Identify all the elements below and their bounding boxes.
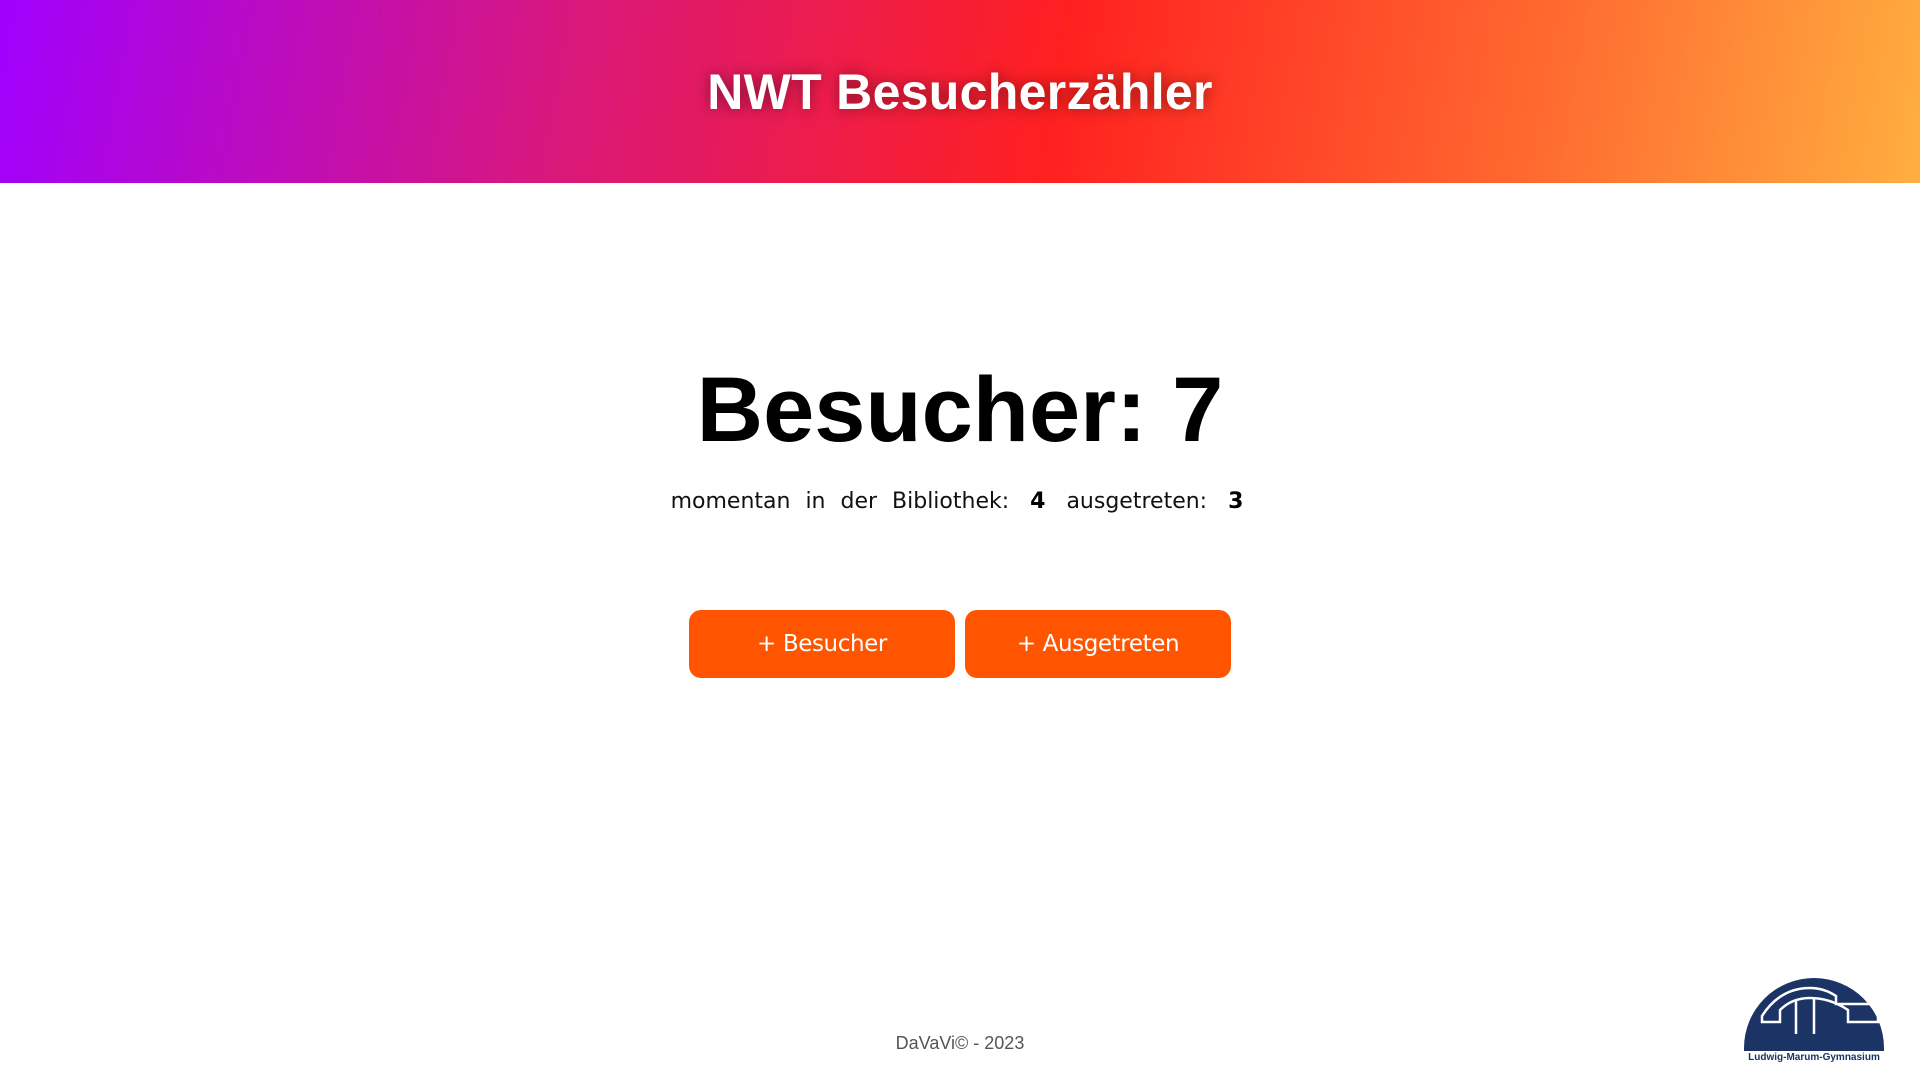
school-logo-icon: Ludwig-Marum-Gymnasium	[1744, 978, 1884, 1063]
inside-value: 4	[1030, 489, 1046, 514]
visitor-count: Besucher: 7	[696, 359, 1224, 461]
stats-line: momentan in der Bibliothek: 4 ausgetrete…	[0, 484, 1920, 520]
add-left-button[interactable]: + Ausgetreten	[965, 610, 1231, 678]
page-title: NWT Besucherzähler	[707, 63, 1213, 120]
footer-copyright: DaVaVi© - 2023	[895, 1033, 1025, 1053]
button-group: + Besucher + Ausgetreten	[689, 610, 1231, 678]
left-value: 3	[1228, 489, 1244, 514]
header-banner: NWT Besucherzähler	[0, 0, 1920, 183]
left-label: ausgetreten:	[1066, 489, 1208, 514]
logo-text: Ludwig-Marum-Gymnasium	[1748, 1052, 1880, 1063]
inside-label: momentan in der Bibliothek:	[670, 489, 1010, 514]
school-logo: Ludwig-Marum-Gymnasium	[1740, 948, 1888, 1063]
add-visitor-button[interactable]: + Besucher	[689, 610, 955, 678]
